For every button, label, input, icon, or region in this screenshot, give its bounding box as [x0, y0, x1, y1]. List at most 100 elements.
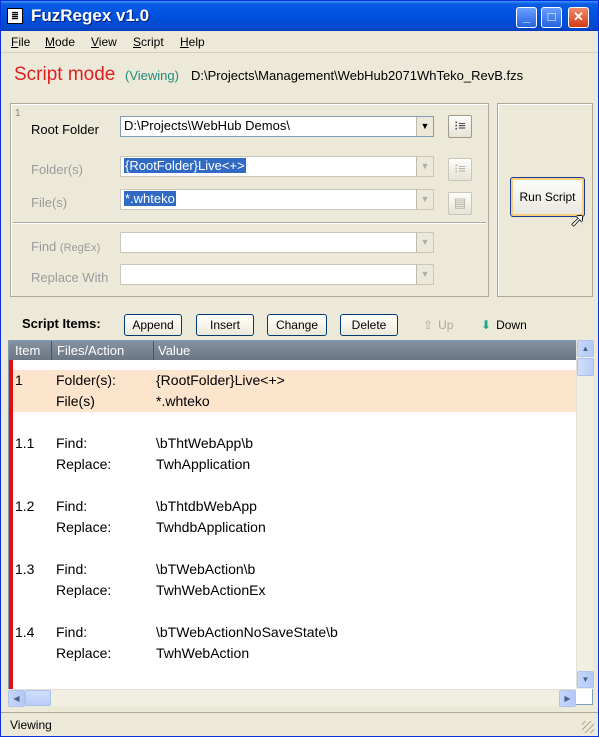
folder-tree-icon[interactable]: ⁝≡	[448, 158, 472, 181]
table-row[interactable]	[13, 664, 577, 685]
row-action: Replace:	[56, 645, 112, 661]
scroll-thumb[interactable]	[25, 690, 51, 706]
row-action: Find:	[56, 498, 88, 514]
row-value: TwhApplication	[156, 456, 251, 472]
down-arrow-icon: ⬇	[481, 318, 492, 332]
vertical-scrollbar[interactable]: ▲ ▼	[576, 340, 594, 689]
minimize-button[interactable]: _	[516, 7, 537, 28]
row-value: TwhWebActionEx	[156, 582, 266, 598]
menu-mode[interactable]: Mode	[45, 35, 75, 49]
close-button[interactable]: ✕	[568, 7, 589, 28]
scroll-right-icon[interactable]: ▶	[559, 690, 576, 707]
scroll-down-icon[interactable]: ▼	[577, 671, 594, 688]
grid-header: Item Files/Action Value	[9, 341, 577, 360]
sheet-icon[interactable]: ≣	[7, 8, 23, 24]
chevron-down-icon[interactable]: ▼	[416, 157, 433, 176]
table-row[interactable]: 1.2 Find: \bThtdbWebApp	[13, 496, 577, 517]
row-item: 1.4	[15, 624, 35, 640]
mouse-cursor-icon: ➚	[570, 210, 586, 230]
table-row[interactable]: File(s) *.whteko	[13, 391, 577, 412]
row-action: Replace:	[56, 519, 112, 535]
scroll-thumb[interactable]	[577, 358, 594, 376]
find-hint: (RegEx)	[59, 242, 101, 254]
mode-state: (Viewing)	[125, 68, 179, 83]
title-bar[interactable]: ≣ FuzRegex v1.0 _ □ ✕	[1, 1, 598, 31]
menu-file[interactable]: File	[11, 35, 30, 49]
append-button[interactable]: Append	[124, 314, 182, 336]
folder-tree-icon[interactable]: ⁝≡	[448, 115, 472, 138]
root-folder-label: Root Folder	[31, 122, 99, 137]
row-item: 1	[15, 372, 23, 388]
divider	[13, 222, 486, 224]
delete-button[interactable]: Delete	[340, 314, 398, 336]
row-action: Find:	[56, 561, 88, 577]
row-action: Replace:	[56, 582, 112, 598]
row-value: \bThtdbWebApp	[156, 498, 257, 514]
row-value: *.whteko	[156, 393, 210, 409]
files-label: File(s)	[31, 195, 68, 210]
menu-script[interactable]: Script	[133, 35, 164, 49]
up-arrow-icon: ⇧	[423, 318, 434, 332]
files-combo[interactable]: *.whteko ▼	[120, 189, 434, 210]
replace-label: Replace With	[31, 270, 109, 285]
row-value: {RootFolder}Live<+>	[156, 372, 285, 388]
table-row[interactable]	[13, 475, 577, 496]
row-item: 1.1	[15, 435, 35, 451]
row-action: Find:	[56, 624, 88, 640]
file-browse-icon[interactable]: ▤	[448, 192, 472, 215]
folders-label: Folder(s)	[31, 162, 84, 177]
menu-view[interactable]: View	[91, 35, 117, 49]
chevron-down-icon[interactable]: ▼	[416, 117, 433, 136]
up-button[interactable]: ⇧ Up	[423, 318, 453, 332]
script-items-grid[interactable]: Item Files/Action Value 1 Folder(s): {Root…	[8, 340, 593, 705]
column-header-action[interactable]: Files/Action	[57, 343, 124, 358]
row-value: TwhWebAction	[156, 645, 250, 661]
table-row[interactable]: Replace: TwhdbApplication	[13, 517, 577, 538]
chevron-down-icon[interactable]: ▼	[416, 233, 433, 252]
row-item: 1.2	[15, 498, 35, 514]
row-action: Find:	[56, 435, 88, 451]
down-button[interactable]: ⬇ Down	[481, 318, 527, 332]
table-row[interactable]: 1.4 Find: \bTWebActionNoSaveState\b	[13, 622, 577, 643]
replace-combo[interactable]: ▼	[120, 264, 434, 285]
table-row[interactable]: Replace: TwhWebActionEx	[13, 580, 577, 601]
root-folder-value: D:\Projects\WebHub Demos\	[124, 118, 290, 133]
horizontal-scrollbar[interactable]: ◀ ▶	[8, 689, 576, 707]
column-divider[interactable]	[51, 341, 52, 360]
row-value: \bTWebAction\b	[156, 561, 256, 577]
scroll-left-icon[interactable]: ◀	[8, 690, 25, 707]
table-row[interactable]	[13, 538, 577, 559]
row-value: TwhdbApplication	[156, 519, 266, 535]
table-row[interactable]: 1 Folder(s): {RootFolder}Live<+>	[13, 370, 577, 391]
table-row[interactable]: 1.3 Find: \bTWebAction\b	[13, 559, 577, 580]
column-header-value[interactable]: Value	[158, 343, 190, 358]
app-window: ≣ FuzRegex v1.0 _ □ ✕ File Mode View Scr…	[0, 0, 599, 737]
chevron-down-icon[interactable]: ▼	[416, 265, 433, 284]
row-value: \bTWebActionNoSaveState\b	[156, 624, 338, 640]
find-combo[interactable]: ▼	[120, 232, 434, 253]
status-text: Viewing	[10, 718, 52, 732]
folders-value: {RootFolder}Live<+>	[124, 158, 246, 173]
insert-button[interactable]: Insert	[196, 314, 254, 336]
column-divider[interactable]	[153, 341, 154, 360]
table-row[interactable]: Replace: TwhWebAction	[13, 643, 577, 664]
maximize-button[interactable]: □	[541, 7, 562, 28]
files-value: *.whteko	[124, 191, 176, 206]
table-row[interactable]: Replace: TwhApplication	[13, 454, 577, 475]
row-action: Folder(s):	[56, 372, 116, 388]
table-row[interactable]	[13, 412, 577, 433]
table-row[interactable]	[13, 601, 577, 622]
chevron-down-icon[interactable]: ▼	[416, 190, 433, 209]
column-header-item[interactable]: Item	[15, 343, 40, 358]
row-item: 1.3	[15, 561, 35, 577]
root-folder-combo[interactable]: D:\Projects\WebHub Demos\ ▼	[120, 116, 434, 137]
change-button[interactable]: Change	[267, 314, 327, 336]
script-items-label: Script Items:	[22, 316, 101, 331]
resize-grip-icon[interactable]	[582, 721, 594, 733]
table-row[interactable]: 1.1 Find: \bThtWebApp\b	[13, 433, 577, 454]
scroll-up-icon[interactable]: ▲	[577, 340, 594, 357]
menu-help[interactable]: Help	[180, 35, 205, 49]
find-label: Find (RegEx)	[31, 239, 101, 254]
script-file-path: D:\Projects\Management\WebHub2071WhTeko_…	[191, 68, 524, 83]
folders-combo[interactable]: {RootFolder}Live<+> ▼	[120, 156, 434, 177]
